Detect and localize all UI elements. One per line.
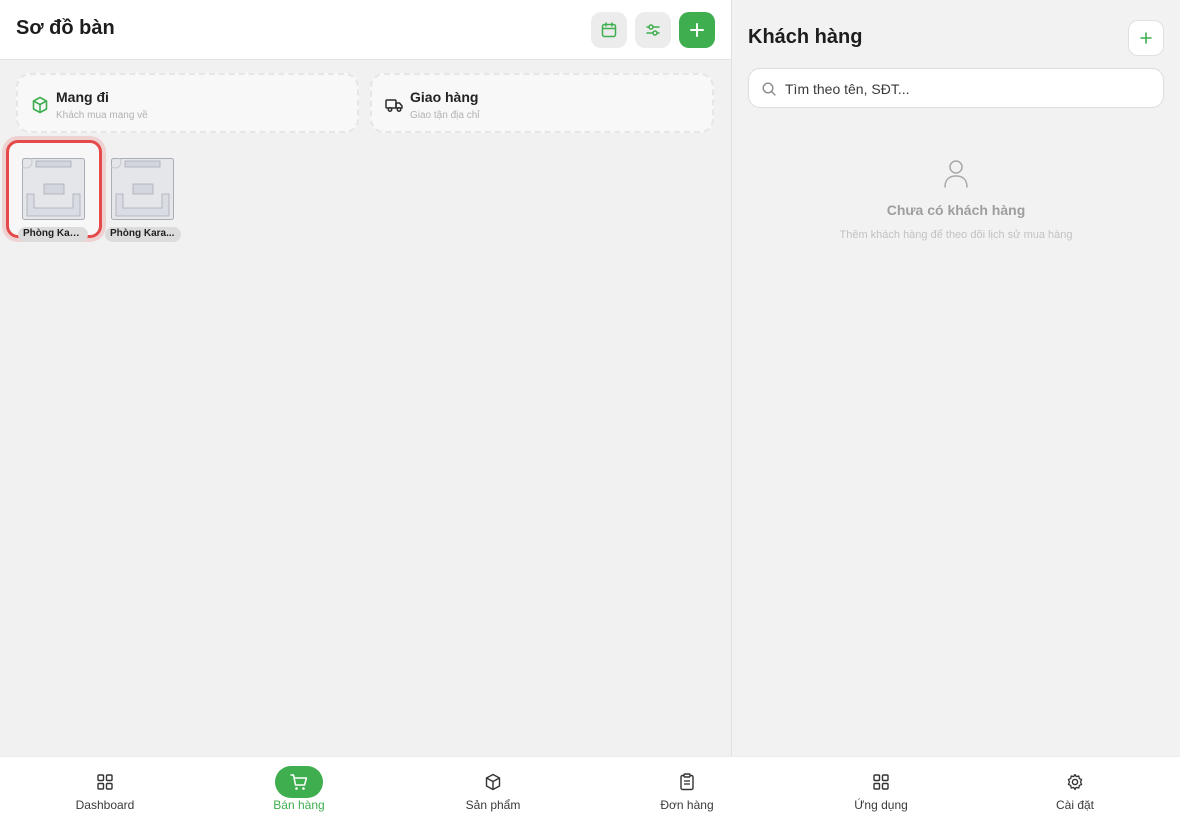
add-table-button[interactable] — [679, 12, 715, 48]
takeaway-subtitle: Khách mua mang về — [56, 110, 148, 121]
customer-search[interactable] — [748, 68, 1164, 108]
filter-button[interactable] — [635, 12, 671, 48]
nav-item-apps[interactable]: Ứng dụng — [783, 757, 979, 820]
nav-item-settings[interactable]: Cài đặt — [977, 757, 1173, 820]
package-icon — [32, 96, 48, 114]
apps-icon — [873, 774, 889, 790]
bottom-nav: Dashboard Bán hàng Sản phẩm Đơn hàng Ứng… — [0, 756, 1180, 820]
calendar-button[interactable] — [591, 12, 627, 48]
cart-icon — [290, 774, 308, 790]
grid-icon — [97, 774, 113, 790]
takeaway-card[interactable]: Mang đi Khách mua mang về — [16, 73, 359, 133]
page-title: Sơ đồ bàn — [16, 17, 115, 39]
delivery-subtitle: Giao tận địa chỉ — [410, 110, 480, 121]
plus-icon — [690, 23, 704, 37]
table-map-panel: Sơ đồ bàn Mang đi Khách mua mang về Giao… — [0, 0, 731, 756]
search-icon — [762, 82, 776, 96]
box-icon — [485, 773, 501, 791]
table-label: Phòng Kara... — [18, 227, 88, 242]
add-customer-button[interactable] — [1128, 20, 1164, 56]
nav-item-orders[interactable]: Đơn hàng — [589, 757, 785, 820]
nav-label: Đơn hàng — [660, 798, 714, 812]
delivery-title: Giao hàng — [410, 89, 479, 105]
nav-item-dashboard[interactable]: Dashboard — [7, 757, 203, 820]
karaoke-room-icon[interactable] — [19, 155, 85, 220]
nav-item-sales[interactable]: Bán hàng — [201, 757, 397, 820]
empty-state-subtitle: Thêm khách hàng để theo dõi lịch sử mua … — [839, 229, 1073, 241]
customer-panel: Khách hàng Chưa có khách hàng Thêm khách… — [732, 0, 1180, 756]
nav-label: Cài đặt — [1055, 798, 1095, 812]
clipboard-icon — [680, 773, 694, 791]
table-label: Phòng Kara... — [105, 227, 181, 242]
calendar-icon — [601, 22, 617, 38]
table-map-header: Sơ đồ bàn — [0, 0, 731, 60]
user-icon — [944, 160, 968, 188]
settings-icon — [1067, 773, 1083, 791]
nav-label: Sản phẩm — [465, 798, 521, 812]
empty-state-title: Chưa có khách hàng — [886, 202, 1026, 218]
karaoke-room-icon[interactable] — [108, 155, 174, 220]
sliders-icon — [646, 24, 660, 36]
nav-item-products[interactable]: Sản phẩm — [395, 757, 591, 820]
truck-icon — [385, 99, 403, 112]
customer-search-input[interactable] — [785, 79, 1145, 99]
nav-label: Bán hàng — [273, 798, 325, 812]
nav-label: Dashboard — [75, 798, 135, 812]
customer-panel-title: Khách hàng — [748, 26, 863, 48]
takeaway-title: Mang đi — [56, 89, 109, 105]
nav-label: Ứng dụng — [854, 798, 908, 812]
delivery-card[interactable]: Giao hàng Giao tận địa chỉ — [370, 73, 714, 133]
plus-icon — [1140, 32, 1152, 44]
